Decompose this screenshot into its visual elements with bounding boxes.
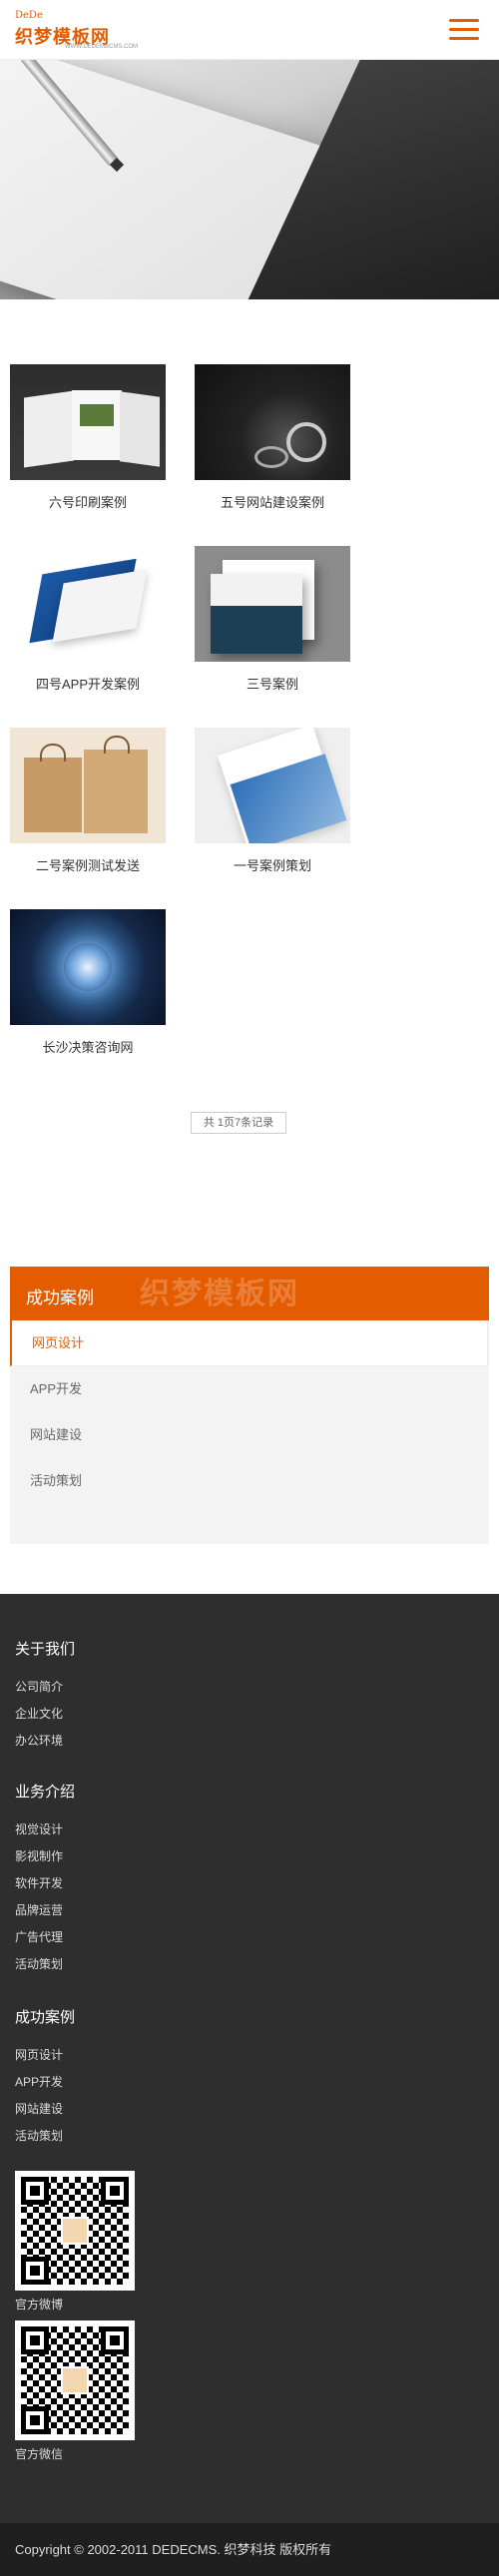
category-item-website-build[interactable]: 网站建设 — [10, 1412, 489, 1458]
category-panel-title: 成功案例 — [26, 1288, 94, 1307]
case-card[interactable]: 长沙决策咨询网 — [10, 909, 166, 1056]
case-card[interactable]: 一号案例策划 — [195, 728, 350, 874]
case-title[interactable]: 四号APP开发案例 — [10, 674, 166, 693]
case-card[interactable]: 三号案例 — [195, 546, 350, 693]
case-thumbnail[interactable] — [10, 364, 166, 480]
case-title[interactable]: 六号印刷案例 — [10, 492, 166, 511]
footer-link[interactable]: 活动策划 — [15, 2127, 63, 2144]
case-thumbnail[interactable] — [195, 364, 350, 480]
case-thumbnail[interactable] — [10, 728, 166, 843]
footer-link[interactable]: APP开发 — [15, 2073, 63, 2090]
logo-top-text: DeDe — [15, 10, 43, 21]
category-panel-header: 织梦模板网 成功案例 — [10, 1267, 489, 1320]
footer-cases-title: 成功案例 — [15, 2009, 76, 2026]
wechat-qr-code — [15, 2320, 135, 2440]
category-panel-footer — [10, 1504, 489, 1544]
category-item-event-planning[interactable]: 活动策划 — [10, 1458, 489, 1504]
footer-link[interactable]: 企业文化 — [15, 1705, 63, 1722]
case-thumbnail[interactable] — [10, 546, 166, 662]
footer-link[interactable]: 视觉设计 — [15, 1820, 63, 1837]
footer-link[interactable]: 网站建设 — [15, 2100, 63, 2117]
hero-banner-image — [0, 60, 499, 299]
qr-caption-weibo: 官方微博 — [15, 2298, 64, 2312]
case-thumbnail[interactable] — [195, 546, 350, 662]
site-header: DeDe 织梦模板网 WWW.DEDEMBCMS.COM — [0, 0, 499, 60]
footer-link[interactable]: 广告代理 — [15, 1928, 63, 1945]
hamburger-menu-icon[interactable] — [449, 14, 479, 44]
case-title[interactable]: 五号网站建设案例 — [195, 492, 350, 511]
case-card[interactable]: 五号网站建设案例 — [195, 364, 350, 511]
footer-link[interactable]: 公司简介 — [15, 1678, 63, 1695]
case-title[interactable]: 三号案例 — [195, 674, 350, 693]
pagination-info: 共 1页7条记录 — [191, 1112, 286, 1134]
footer-link[interactable]: 影视制作 — [15, 1847, 63, 1864]
footer-link[interactable]: 办公环境 — [15, 1732, 63, 1749]
case-thumbnail[interactable] — [10, 909, 166, 1025]
case-card[interactable]: 六号印刷案例 — [10, 364, 166, 511]
copyright-bar: Copyright © 2002-2011 DEDECMS. 织梦科技 版权所有 — [0, 2523, 499, 2576]
header-watermark: 织梦模板网 — [140, 1278, 299, 1310]
footer-about-title: 关于我们 — [15, 1641, 76, 1658]
logo-url-text: WWW.DEDEMBCMS.COM — [65, 44, 138, 50]
category-item-app-dev[interactable]: APP开发 — [10, 1366, 489, 1412]
footer-link[interactable]: 网页设计 — [15, 2046, 63, 2063]
case-card[interactable]: 四号APP开发案例 — [10, 546, 166, 693]
site-logo[interactable]: DeDe 织梦模板网 WWW.DEDEMBCMS.COM — [15, 10, 155, 50]
footer-link[interactable]: 软件开发 — [15, 1874, 63, 1891]
footer-business-title: 业务介绍 — [15, 1784, 76, 1801]
case-card[interactable]: 二号案例测试发送 — [10, 728, 166, 874]
footer-link[interactable]: 品牌运营 — [15, 1901, 63, 1918]
category-item-web-design[interactable]: 网页设计 — [10, 1320, 489, 1366]
case-thumbnail[interactable] — [195, 728, 350, 843]
qr-caption-wechat: 官方微信 — [15, 2447, 64, 2461]
site-footer: 关于我们 公司简介 企业文化 办公环境 业务介绍 视觉设计 影视制作 软件开发 … — [0, 1594, 499, 2523]
footer-link[interactable]: 活动策划 — [15, 1955, 63, 1972]
case-title[interactable]: 一号案例策划 — [195, 855, 350, 874]
case-title[interactable]: 长沙决策咨询网 — [10, 1037, 166, 1056]
weibo-qr-code — [15, 2171, 135, 2291]
case-title[interactable]: 二号案例测试发送 — [10, 855, 166, 874]
